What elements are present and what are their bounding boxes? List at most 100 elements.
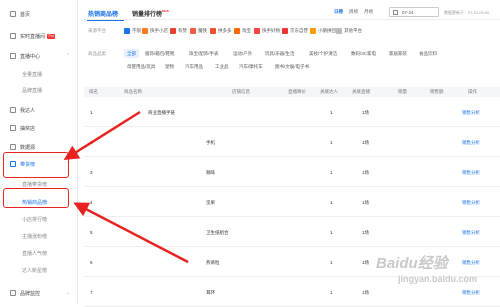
col-sales: 销量: [398, 89, 407, 94]
tab-sales-rank[interactable]: 销量排行榜NEW: [132, 9, 169, 18]
sales-analysis-link[interactable]: 销售分析: [462, 110, 480, 116]
product-name[interactable]: 商业直播手链: [148, 110, 175, 116]
category-chip[interactable]: 食品饮料: [416, 49, 440, 58]
store-icon: [10, 125, 16, 131]
platform-option[interactable]: 快手好物: [254, 26, 280, 35]
category-chip[interactable]: 图书/文娱/电子书: [272, 62, 312, 71]
table-row: 5 卫生纸组合 1 1场 销售分析: [84, 217, 500, 247]
anchor-count: 1: [330, 140, 333, 145]
sidebar-item-label: 抽奖店: [20, 125, 36, 132]
platform-label: 快手好物: [262, 27, 280, 33]
rank-cell: 6: [90, 260, 93, 265]
sales-analysis-link[interactable]: 销售分析: [462, 140, 480, 146]
sales-analysis-link[interactable]: 销售分析: [462, 230, 480, 236]
sidebar-item-label: 我达人: [20, 107, 36, 114]
sidebar-item-store[interactable]: 抽奖店: [0, 122, 78, 134]
tab-hot-products[interactable]: 热销商品榜: [88, 9, 118, 18]
anchor-count: 1: [330, 170, 333, 175]
platform-option[interactable]: 京东自营: [282, 26, 308, 35]
xiaoe-icon: [310, 27, 316, 34]
category-chip[interactable]: 汽车用品: [182, 62, 206, 71]
product-name[interactable]: 燕窝粒: [206, 260, 220, 266]
data-icon: [10, 144, 16, 150]
category-chip[interactable]: 服饰/箱包/鞋靴: [142, 49, 178, 58]
sidebar-item-all-live[interactable]: 全量直播: [0, 68, 78, 80]
platform-label: 快手小店: [150, 27, 168, 33]
col-anchors: 关联达人: [320, 89, 338, 94]
col-rank: 排名: [89, 89, 98, 94]
sidebar-item-brand-monitor[interactable]: 品牌监控 ⌄: [0, 287, 78, 299]
platform-label: 拼多多: [218, 27, 232, 33]
col-product: 商品名称: [124, 89, 142, 94]
table-row: 3 咖啡 1 1场 销售分析: [84, 157, 500, 187]
taobao-icon: [234, 27, 240, 34]
live-count: 1场: [362, 170, 370, 175]
col-revenue: 销售额: [430, 89, 444, 94]
watermark-sub: jingyan.baidu.com: [398, 274, 478, 284]
sales-analysis-link[interactable]: 销售分析: [462, 260, 480, 266]
platform-label: 不限: [132, 27, 141, 33]
sidebar-item-label: 主播涨粉榜: [22, 233, 48, 240]
category-chip[interactable]: 母婴用品/玩具: [124, 62, 158, 71]
unlimited-icon: [124, 27, 130, 34]
product-name[interactable]: 卫生纸组合: [206, 230, 229, 236]
range-week[interactable]: 周榜: [349, 9, 358, 15]
sidebar-item-popularity-rank[interactable]: 直播人气榜: [0, 247, 78, 259]
category-chip[interactable]: 运动/户外: [230, 49, 255, 58]
chevron-down-icon: ⌄: [65, 290, 70, 296]
col-shop: 店铺信息: [232, 89, 250, 94]
platform-option[interactable]: 淘宝: [234, 26, 251, 35]
sidebar-item-label: 达人新星榜: [22, 267, 48, 274]
category-chip[interactable]: 玩具/乐器/生活: [262, 49, 298, 58]
sidebar-item-home[interactable]: 首页: [0, 8, 78, 20]
platform-option[interactable]: 不限: [124, 26, 141, 35]
platform-label: 小鹅拼团: [318, 27, 336, 33]
platform-option[interactable]: 有赞: [170, 26, 187, 35]
category-chip[interactable]: 美妆/个护清洁: [306, 49, 340, 58]
sales-analysis-link[interactable]: 销售分析: [462, 170, 480, 176]
rank-cell: 1: [90, 110, 93, 115]
pinduoduo-icon: [210, 27, 216, 34]
platform-option[interactable]: 小鹅拼团: [310, 26, 336, 35]
anchor-count: 1: [330, 110, 333, 115]
category-chip[interactable]: 汽车/摩托车: [236, 62, 266, 71]
sidebar-item-brand-live[interactable]: 品牌直播: [0, 84, 78, 96]
anchor-count: 1: [330, 260, 333, 265]
sales-analysis-link[interactable]: 销售分析: [462, 290, 480, 296]
product-name[interactable]: 坚果: [206, 200, 215, 206]
table-row: 1 商业直播手链 1 1场 销售分析: [84, 97, 500, 127]
col-lives: 关联直播: [352, 89, 370, 94]
platform-option[interactable]: 快手小店: [142, 26, 168, 35]
col-price-drop: 直播降价: [288, 89, 306, 94]
category-chip[interactable]: 家居家装: [386, 49, 410, 58]
platform-option[interactable]: 魔筷: [190, 26, 207, 35]
header-bar: 热销商品榜 销量排行榜NEW 日榜 周榜 月榜 07-24 数据更新于：07-2…: [84, 6, 500, 22]
range-day[interactable]: 日榜: [334, 9, 343, 15]
sidebar-item-my-anchor[interactable]: 我达人: [0, 104, 78, 116]
date-value: 07-24: [402, 10, 414, 15]
category-chip[interactable]: 宠物: [162, 62, 177, 71]
category-chip[interactable]: 数码/3C家电: [348, 49, 379, 58]
sidebar-item-new-star-rank[interactable]: 达人新星榜: [0, 264, 78, 276]
active-tab-underline: [87, 20, 124, 22]
date-picker[interactable]: 07-24: [389, 7, 439, 17]
sidebar-item-live-room[interactable]: 实时直播间 Pro: [0, 30, 78, 42]
category-chip[interactable]: 珠宝/配饰/手表: [186, 49, 222, 58]
sidebar-item-fans-rank[interactable]: 主播涨粉榜: [0, 230, 78, 242]
sidebar-item-live-center[interactable]: 直播中心 ⌃: [0, 50, 78, 62]
table-row: 2 手机 1 1场 销售分析: [84, 127, 500, 157]
product-name[interactable]: 手机: [206, 140, 215, 146]
youzan-icon: [170, 27, 176, 34]
chevron-up-icon: ⌃: [65, 53, 70, 59]
platform-label: 有赞: [178, 27, 187, 33]
product-name[interactable]: 咖啡: [206, 170, 215, 176]
platform-label: 魔筷: [198, 27, 207, 33]
category-chip[interactable]: 全部: [124, 49, 139, 58]
category-chip[interactable]: 工业品: [212, 62, 232, 71]
sales-analysis-link[interactable]: 销售分析: [462, 200, 480, 206]
sidebar-item-shop-rank[interactable]: 小店排行榜: [0, 213, 78, 225]
range-month[interactable]: 月榜: [364, 9, 373, 15]
product-name[interactable]: 耳环: [206, 290, 215, 296]
platform-option[interactable]: 拼多多: [210, 26, 232, 35]
platform-option[interactable]: 其他平台: [336, 26, 362, 35]
